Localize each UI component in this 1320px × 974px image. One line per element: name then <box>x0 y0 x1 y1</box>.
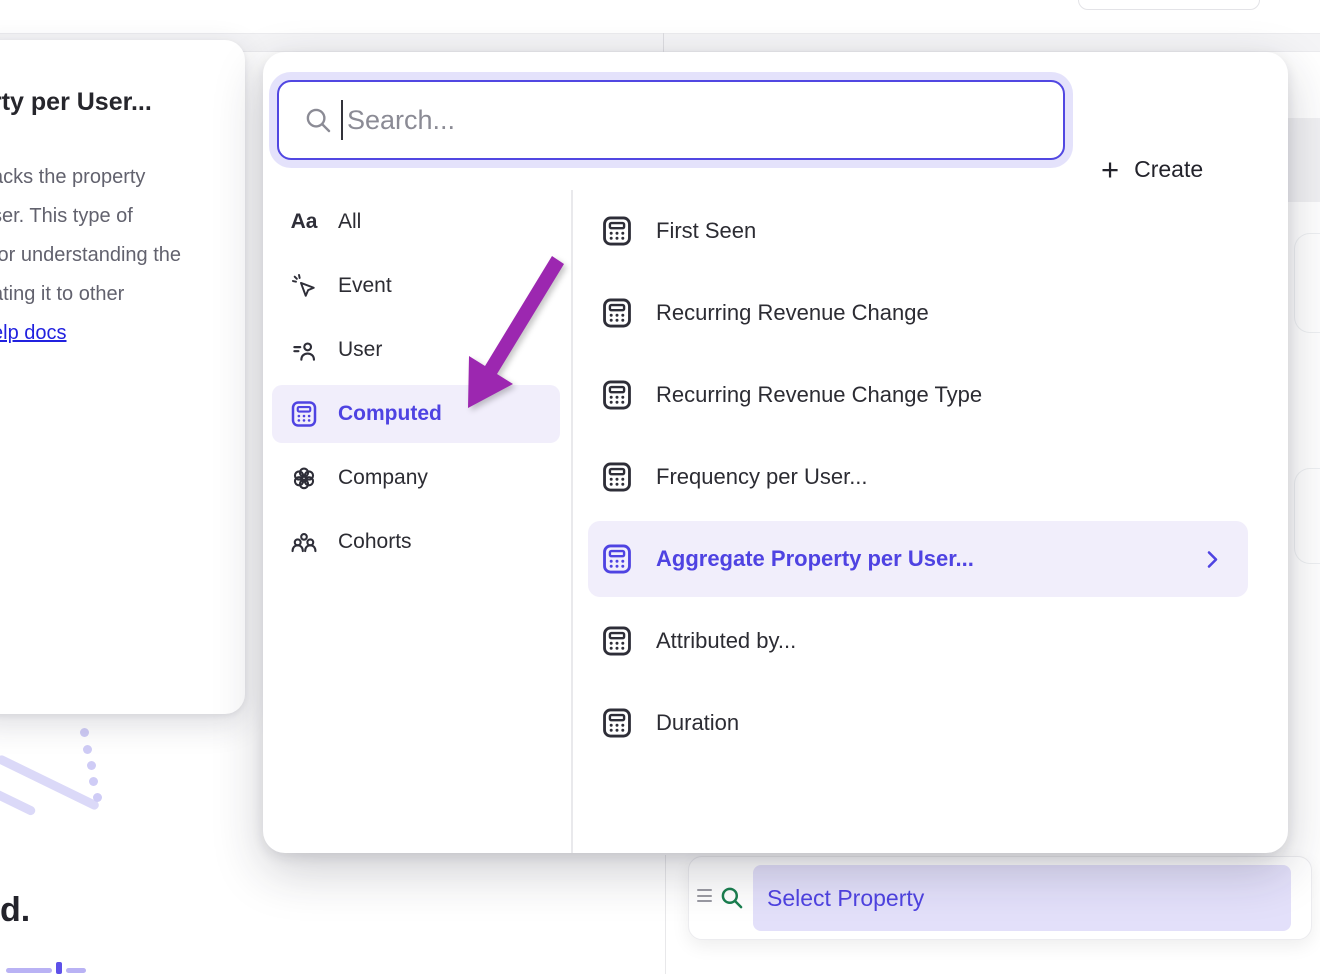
search-box[interactable] <box>277 80 1065 160</box>
calculator-icon <box>600 542 634 576</box>
search-input[interactable] <box>279 82 1063 158</box>
property-item-duration[interactable]: Duration <box>588 685 1248 761</box>
people-group-icon <box>288 526 320 558</box>
property-item-first-seen[interactable]: First Seen <box>588 193 1248 269</box>
calculator-icon <box>600 296 634 330</box>
decorative-dot <box>87 761 96 770</box>
search-icon <box>719 885 745 911</box>
tooltip-body-line: for understanding the <box>0 244 181 267</box>
create-button[interactable]: + Create <box>1101 140 1203 198</box>
select-property-button[interactable]: Select Property <box>753 865 1291 931</box>
tooltip-body-line: ser. This type of <box>0 205 133 228</box>
Aa-letters-icon: Aa <box>288 206 320 238</box>
decorative-dot <box>89 777 98 786</box>
property-picker-modal: + Create Aa All Event <box>263 52 1288 853</box>
category-item-cohorts[interactable]: Cohorts <box>272 513 560 571</box>
tooltip-body-line: ating it to other <box>0 283 124 306</box>
tooltip-body-line: acks the property <box>0 166 145 189</box>
decorative-dot <box>93 793 102 802</box>
background-card-edge <box>1294 233 1320 333</box>
cut-off-text-fragment <box>6 962 96 974</box>
query-builder-row: Select Property <box>688 856 1312 940</box>
property-item-attributed-by[interactable]: Attributed by... <box>588 603 1248 679</box>
decorative-dot <box>83 745 92 754</box>
annotation-arrow <box>440 250 590 430</box>
calculator-icon <box>600 214 634 248</box>
background-card-edge <box>1294 468 1320 564</box>
partial-top-control <box>1078 0 1260 10</box>
property-item-aggregate-property-per-user[interactable]: Aggregate Property per User... <box>588 521 1248 597</box>
page-background: rty per User... acks the property ser. T… <box>0 0 1320 974</box>
truncated-heading: d. <box>0 891 30 930</box>
tooltip-title: rty per User... <box>0 88 152 117</box>
property-item-recurring-revenue-change[interactable]: Recurring Revenue Change <box>588 275 1248 351</box>
calculator-icon <box>600 706 634 740</box>
panel-divider-bottom <box>665 855 666 974</box>
property-item-recurring-revenue-change-type[interactable]: Recurring Revenue Change Type <box>588 357 1248 433</box>
calculator-icon <box>600 378 634 412</box>
user-list-icon <box>288 334 320 366</box>
calculator-icon <box>600 624 634 658</box>
category-item-all[interactable]: Aa All <box>272 193 560 251</box>
background-band <box>1288 118 1320 202</box>
event-cursor-icon <box>288 270 320 302</box>
chevron-right-icon <box>1200 547 1224 571</box>
help-docs-link[interactable]: elp docs <box>0 322 67 345</box>
create-button-label: Create <box>1134 156 1203 183</box>
drag-handle-icon[interactable] <box>697 889 713 907</box>
panel-divider-top <box>663 33 664 52</box>
company-cluster-icon <box>288 462 320 494</box>
plus-icon: + <box>1101 154 1119 185</box>
property-item-frequency-per-user[interactable]: Frequency per User... <box>588 439 1248 515</box>
decorative-line <box>0 780 37 816</box>
text-caret <box>341 100 343 140</box>
property-tooltip-card: rty per User... acks the property ser. T… <box>0 40 245 714</box>
select-property-label: Select Property <box>767 865 924 931</box>
calculator-icon <box>288 398 320 430</box>
decorative-dot <box>80 728 89 737</box>
calculator-icon <box>600 460 634 494</box>
category-item-company[interactable]: Company <box>272 449 560 507</box>
